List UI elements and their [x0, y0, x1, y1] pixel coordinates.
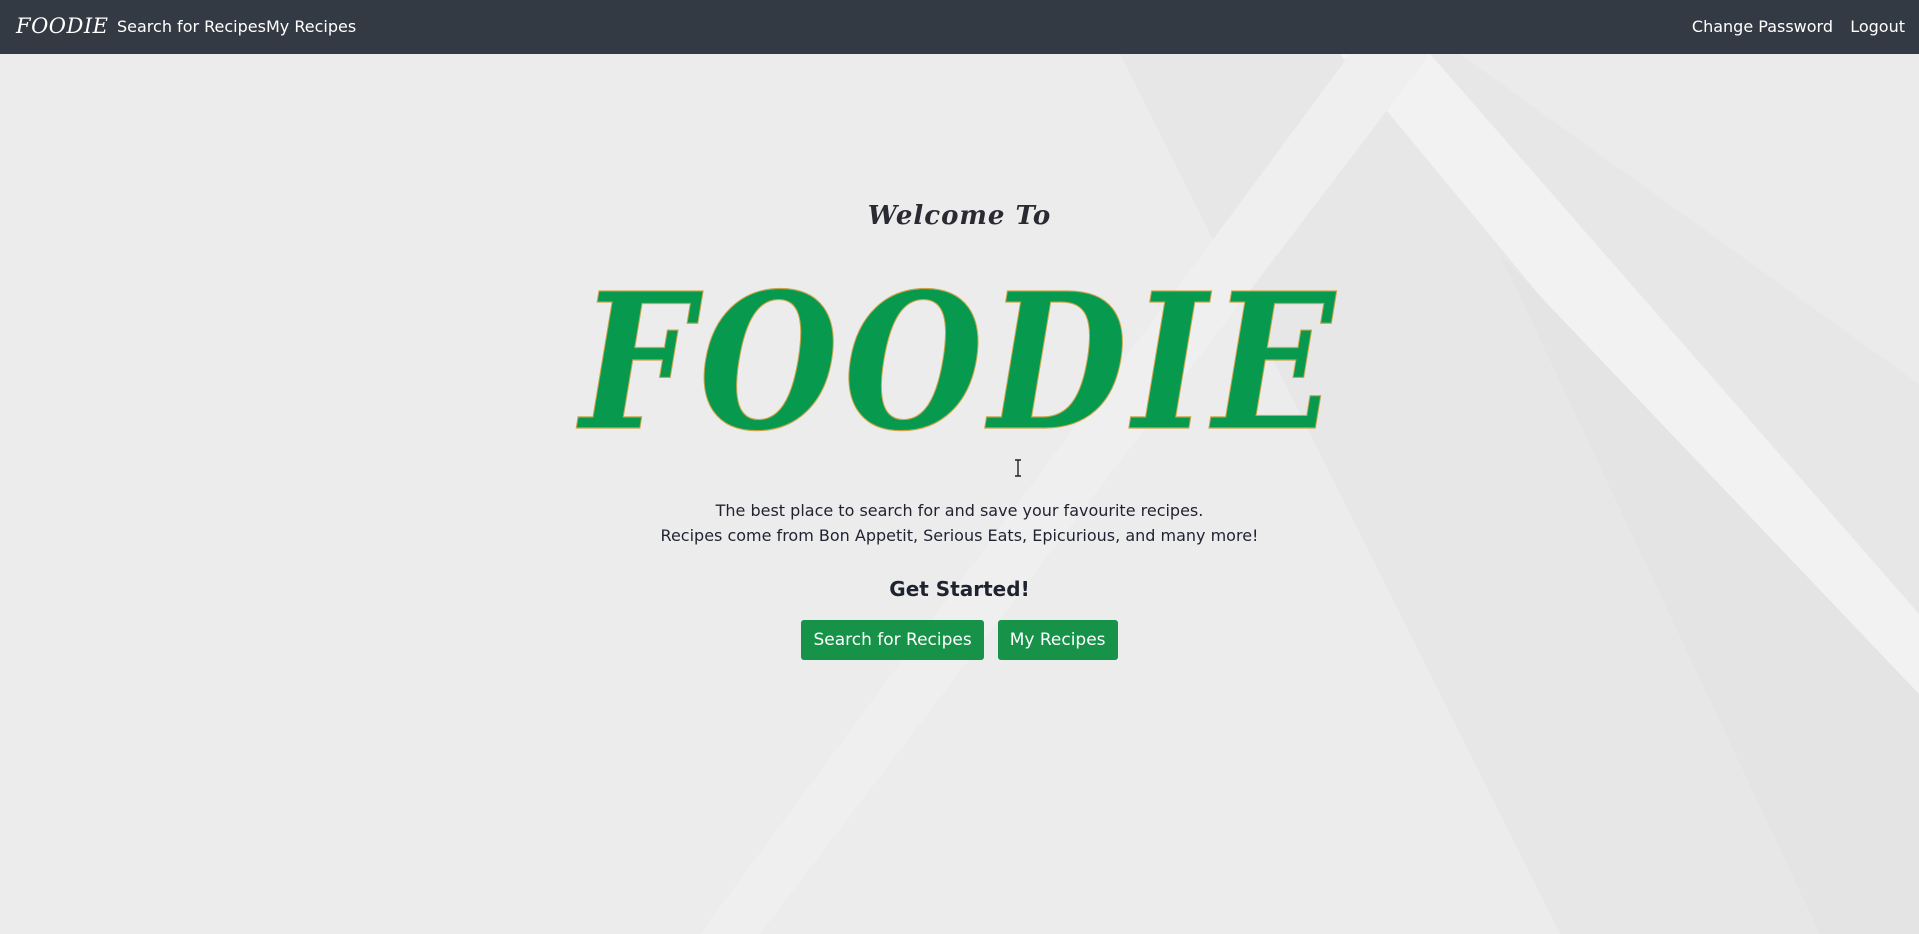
tagline: The best place to search for and save yo… [0, 498, 1919, 548]
tagline-line-2: Recipes come from Bon Appetit, Serious E… [660, 526, 1259, 545]
text-cursor-icon [1015, 459, 1021, 477]
nav-search-recipes-link[interactable]: Search for Recipes [117, 15, 266, 39]
welcome-heading: Welcome To [867, 201, 1052, 231]
get-started-heading: Get Started! [889, 577, 1030, 601]
my-recipes-button[interactable]: My Recipes [997, 620, 1118, 660]
foodie-logo: FOODIE [0, 250, 1919, 450]
foodie-logo-text: FOODIE [575, 252, 1339, 450]
top-navbar: FOODIE Search for Recipes My Recipes Cha… [0, 0, 1919, 54]
nav-logout-link[interactable]: Logout [1850, 15, 1905, 39]
cta-buttons: Search for Recipes My Recipes [0, 620, 1919, 660]
nav-change-password-link[interactable]: Change Password [1692, 15, 1833, 39]
nav-my-recipes-link[interactable]: My Recipes [266, 15, 356, 39]
search-recipes-button[interactable]: Search for Recipes [801, 620, 984, 660]
tagline-line-1: The best place to search for and save yo… [715, 501, 1204, 520]
navbar-brand[interactable]: FOODIE [16, 10, 108, 42]
hero-section: Welcome To FOODIE The best place to sear… [0, 54, 1919, 934]
